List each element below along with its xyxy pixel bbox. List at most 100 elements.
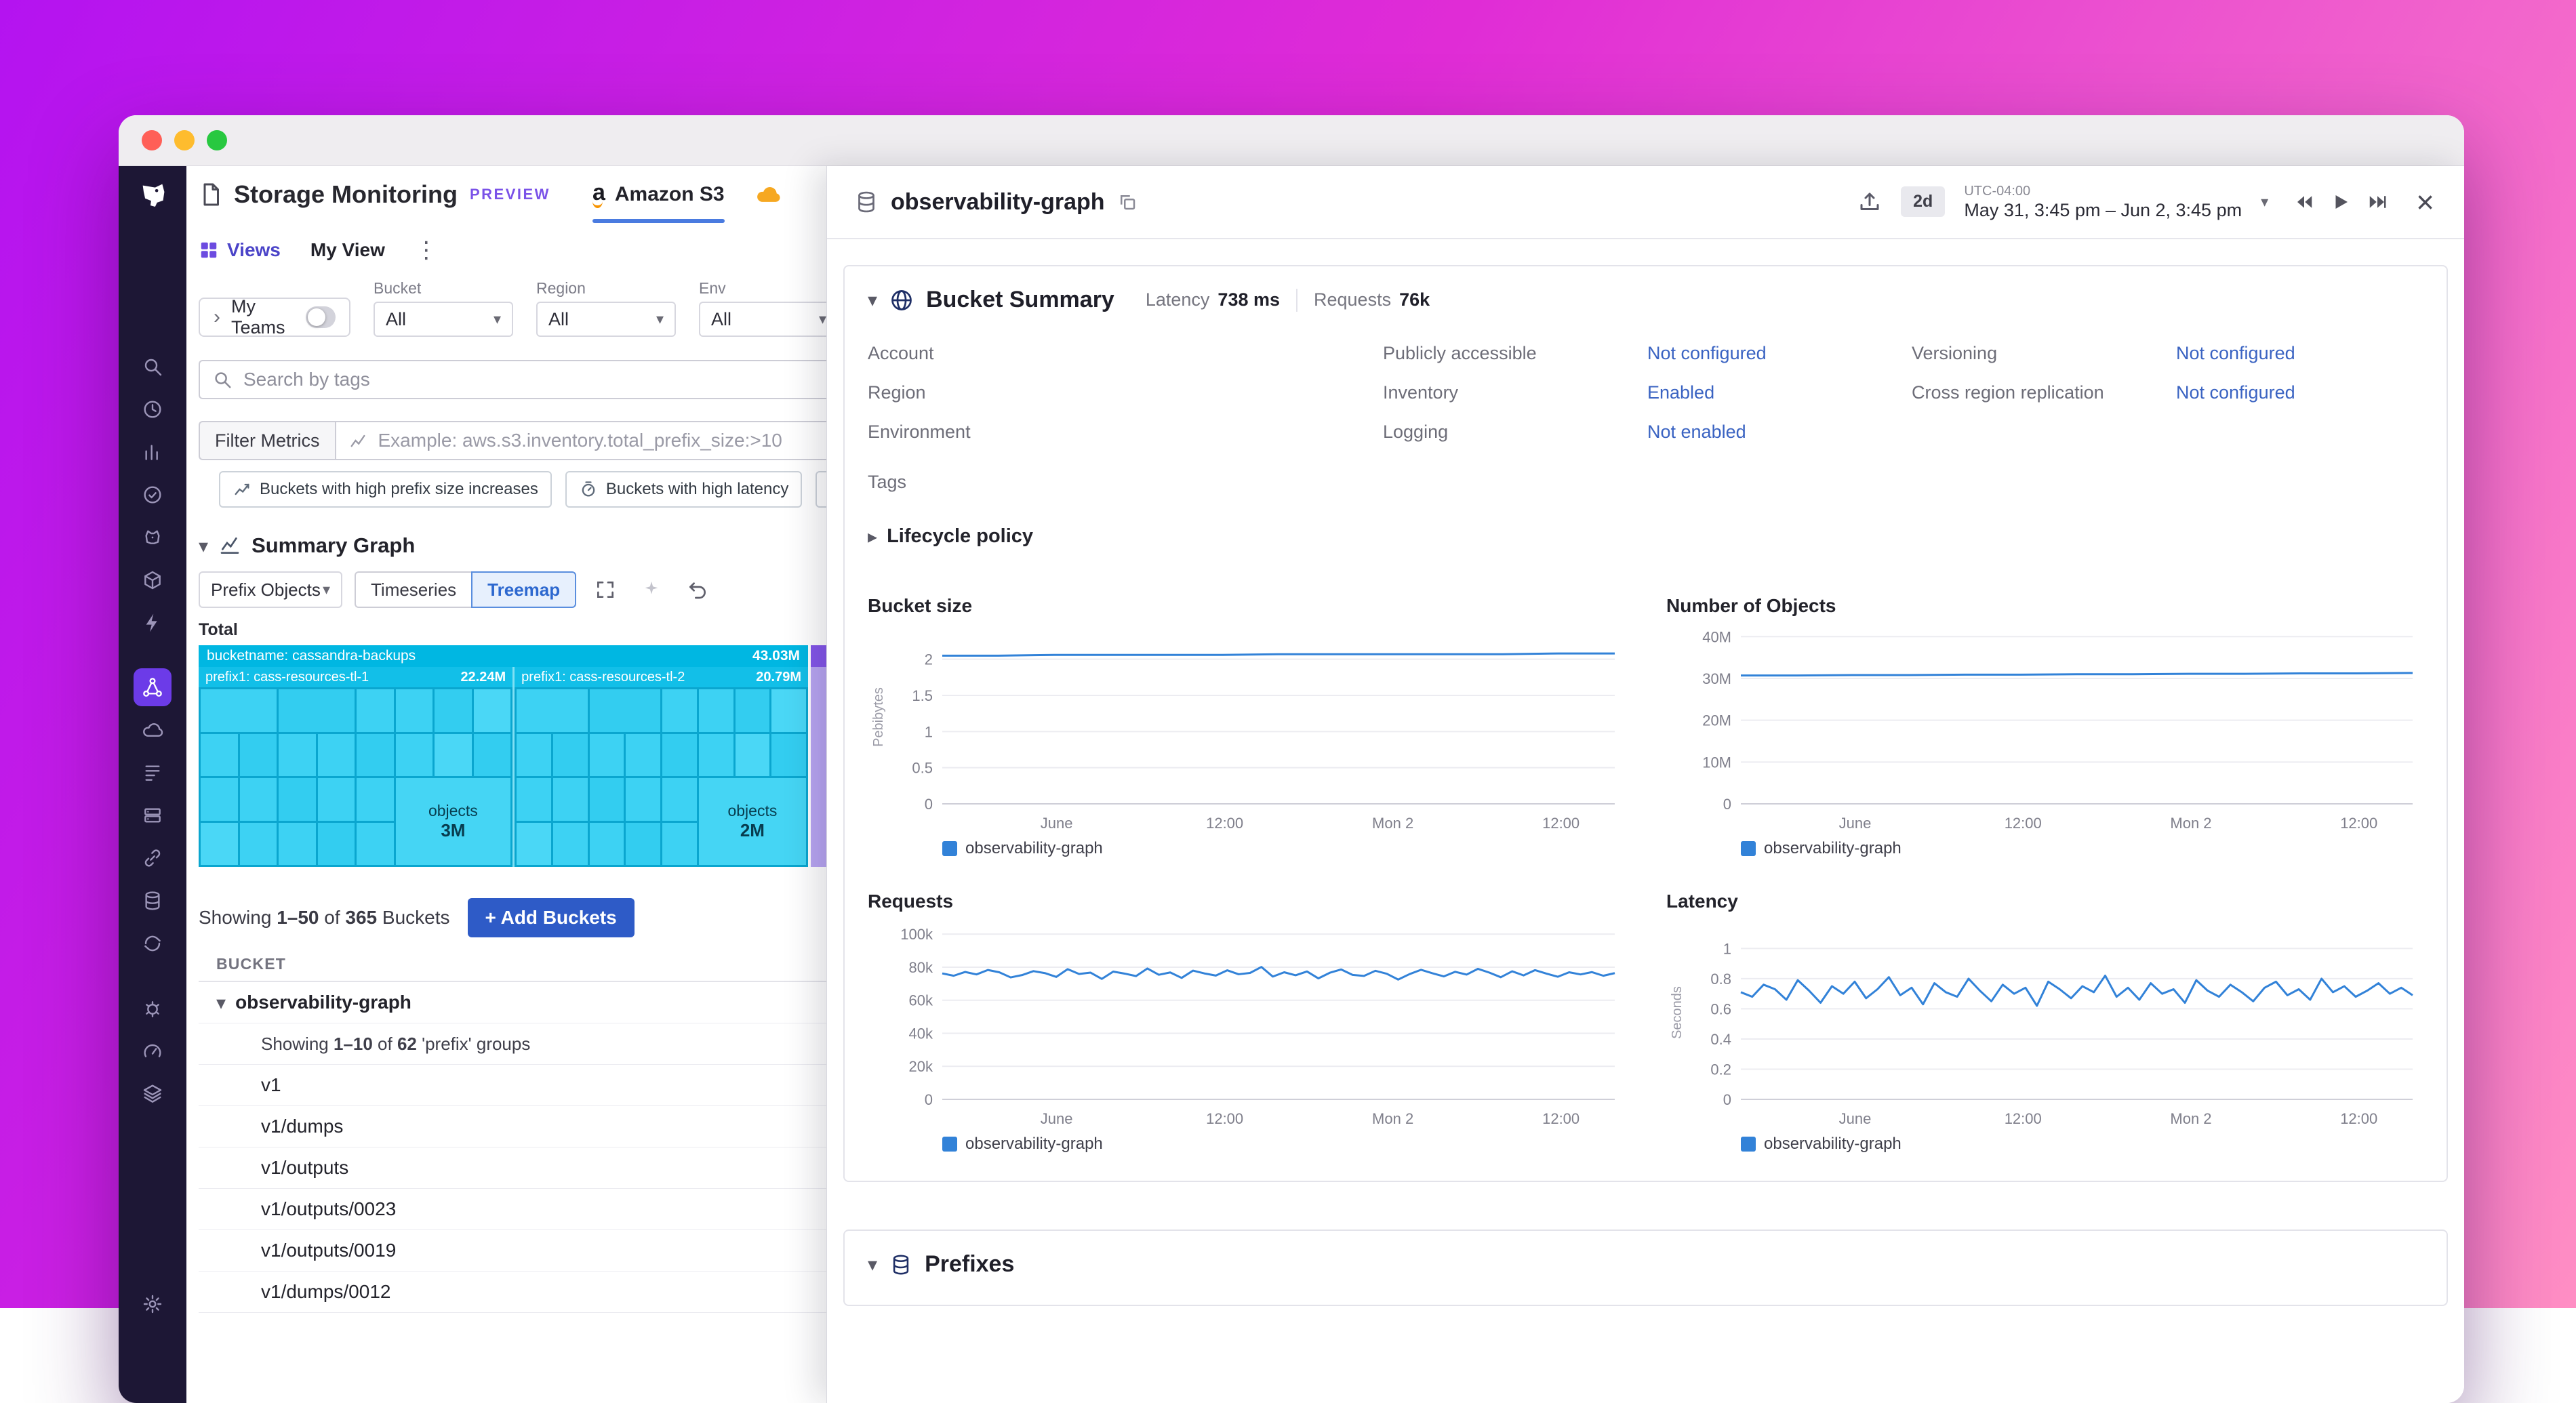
- segment-treemap[interactable]: Treemap: [471, 571, 576, 608]
- field-value[interactable]: Not configured: [2176, 382, 2295, 403]
- treemap-cell[interactable]: [201, 734, 238, 777]
- sidebar-item-databases[interactable]: [134, 882, 172, 920]
- filter-metrics-input[interactable]: [377, 429, 857, 452]
- tab-my-view[interactable]: My View: [310, 239, 385, 261]
- rewind-icon[interactable]: [2294, 192, 2314, 212]
- undo-button[interactable]: [681, 573, 715, 607]
- treemap-cell[interactable]: [736, 689, 770, 732]
- treemap-cell[interactable]: [435, 689, 472, 732]
- chart-legend[interactable]: observability-graph: [868, 839, 1626, 858]
- expand-graph-button[interactable]: [588, 573, 622, 607]
- copy-icon[interactable]: [1117, 192, 1138, 212]
- treemap-cell[interactable]: [318, 823, 355, 866]
- prefix-row[interactable]: v1/outputs/0019: [199, 1230, 877, 1272]
- treemap-group-header[interactable]: prefix1: cass-resources-tl-220.79M: [515, 667, 808, 687]
- bucket-select[interactable]: All▾: [374, 302, 513, 337]
- sidebar-item-profiling[interactable]: [134, 1032, 172, 1070]
- treemap-cell[interactable]: [590, 778, 624, 821]
- treemap-cell[interactable]: [517, 778, 551, 821]
- treemap-cell[interactable]: [357, 734, 394, 777]
- bucket-row-observability-graph[interactable]: ▾ observability-graph: [199, 982, 877, 1023]
- chevron-down-icon[interactable]: ▾: [868, 1253, 877, 1276]
- treemap-cell[interactable]: [553, 778, 588, 821]
- chart-plot[interactable]: 010M20M30M40MJune12:00Mon 212:00: [1666, 624, 2423, 835]
- chip-high-latency[interactable]: Buckets with high latency: [565, 471, 802, 508]
- field-value[interactable]: Not configured: [2176, 343, 2295, 364]
- treemap-cell[interactable]: [771, 734, 806, 777]
- treemap-cell[interactable]: [474, 689, 511, 732]
- treemap-cell[interactable]: [662, 734, 697, 777]
- sidebar-item-security[interactable]: [134, 989, 172, 1027]
- treemap-group-tl-2[interactable]: prefix1: cass-resources-tl-220.79M objec…: [515, 667, 808, 867]
- chart-legend[interactable]: observability-graph: [868, 1135, 1626, 1154]
- treemap-bucket-header[interactable]: bucketname: cassandra-backups43.03M: [199, 645, 808, 667]
- treemap-cell[interactable]: [357, 823, 394, 866]
- lifecycle-policy-row[interactable]: ▸ Lifecycle policy: [868, 525, 2423, 548]
- treemap-cell[interactable]: [318, 734, 355, 777]
- sidebar-item-watchdog[interactable]: [134, 518, 172, 556]
- view-options-menu[interactable]: ⋮: [415, 239, 438, 262]
- treemap-cell[interactable]: [553, 823, 588, 866]
- chevron-down-icon[interactable]: ▾: [216, 992, 226, 1014]
- tab-amazon-s3[interactable]: a Amazon S3: [592, 166, 725, 223]
- sidebar-item-cloud[interactable]: [134, 711, 172, 749]
- treemap-cell[interactable]: [357, 689, 394, 732]
- my-teams-toggle[interactable]: [306, 306, 336, 328]
- datadog-logo-icon[interactable]: [134, 176, 172, 214]
- chevron-down-icon[interactable]: ▾: [868, 289, 877, 311]
- treemap-cell[interactable]: [201, 778, 238, 821]
- fast-forward-icon[interactable]: [2367, 192, 2388, 212]
- field-value[interactable]: Enabled: [1647, 382, 1714, 403]
- prefix-row[interactable]: v1/outputs: [199, 1147, 877, 1189]
- sidebar-item-layers[interactable]: [134, 1074, 172, 1112]
- treemap-cell[interactable]: [699, 689, 733, 732]
- chevron-down-icon[interactable]: ▾: [2261, 193, 2268, 211]
- export-icon[interactable]: [1857, 190, 1882, 214]
- treemap-cell[interactable]: [662, 823, 697, 866]
- prefix-row[interactable]: v1: [199, 1065, 877, 1106]
- treemap-cell[interactable]: [590, 823, 624, 866]
- sidebar-item-search[interactable]: [134, 348, 172, 386]
- treemap-cell[interactable]: [279, 823, 316, 866]
- treemap-cell[interactable]: [279, 689, 355, 732]
- sidebar-item-events[interactable]: [134, 604, 172, 642]
- time-range-display[interactable]: UTC-04:00 May 31, 3:45 pm – Jun 2, 3:45 …: [1964, 183, 2242, 221]
- sidebar-item-apm[interactable]: [134, 839, 172, 877]
- tab-cloud-provider[interactable]: [754, 166, 791, 223]
- minimize-window-button[interactable]: [174, 130, 195, 150]
- region-select[interactable]: All▾: [536, 302, 676, 337]
- zoom-window-button[interactable]: [207, 130, 227, 150]
- treemap-cell[interactable]: [517, 689, 587, 732]
- treemap-cell[interactable]: [474, 734, 511, 777]
- treemap-cell[interactable]: [553, 734, 588, 777]
- filter-metrics-field[interactable]: [335, 421, 870, 460]
- play-icon[interactable]: [2331, 192, 2351, 212]
- treemap-group-tl-1[interactable]: prefix1: cass-resources-tl-122.24M objec…: [199, 667, 512, 867]
- treemap-cell[interactable]: [396, 734, 433, 777]
- treemap-cell[interactable]: [396, 689, 433, 732]
- treemap-cell[interactable]: [590, 689, 660, 732]
- prefix-row[interactable]: v1/dumps/0012: [199, 1272, 877, 1313]
- sidebar-item-infrastructure[interactable]: [134, 796, 172, 834]
- treemap-cell[interactable]: [626, 778, 660, 821]
- treemap-cell[interactable]: [517, 823, 551, 866]
- close-window-button[interactable]: [142, 130, 162, 150]
- sidebar-item-settings[interactable]: [134, 1285, 172, 1323]
- sidebar-item-ci[interactable]: [134, 924, 172, 962]
- prefix-row[interactable]: v1/dumps: [199, 1106, 877, 1147]
- env-select[interactable]: All▾: [699, 302, 839, 337]
- add-buckets-button[interactable]: + Add Buckets: [468, 898, 635, 937]
- tag-search[interactable]: [199, 360, 849, 399]
- chevron-down-icon[interactable]: ▾: [199, 535, 208, 557]
- treemap-cell[interactable]: [240, 778, 277, 821]
- sidebar-item-metrics[interactable]: [134, 433, 172, 471]
- treemap-cell[interactable]: [626, 734, 660, 777]
- sidebar-item-integrations[interactable]: [134, 561, 172, 599]
- treemap-cell[interactable]: [318, 778, 355, 821]
- chart-legend[interactable]: observability-graph: [1666, 839, 2423, 858]
- treemap-bucket-cassandra-backups[interactable]: bucketname: cassandra-backups43.03M pref…: [199, 645, 808, 867]
- treemap-cell[interactable]: [517, 734, 551, 777]
- treemap-objects-cell[interactable]: objects 3M: [396, 778, 511, 865]
- sidebar-item-history[interactable]: [134, 390, 172, 428]
- treemap-cell[interactable]: [699, 734, 733, 777]
